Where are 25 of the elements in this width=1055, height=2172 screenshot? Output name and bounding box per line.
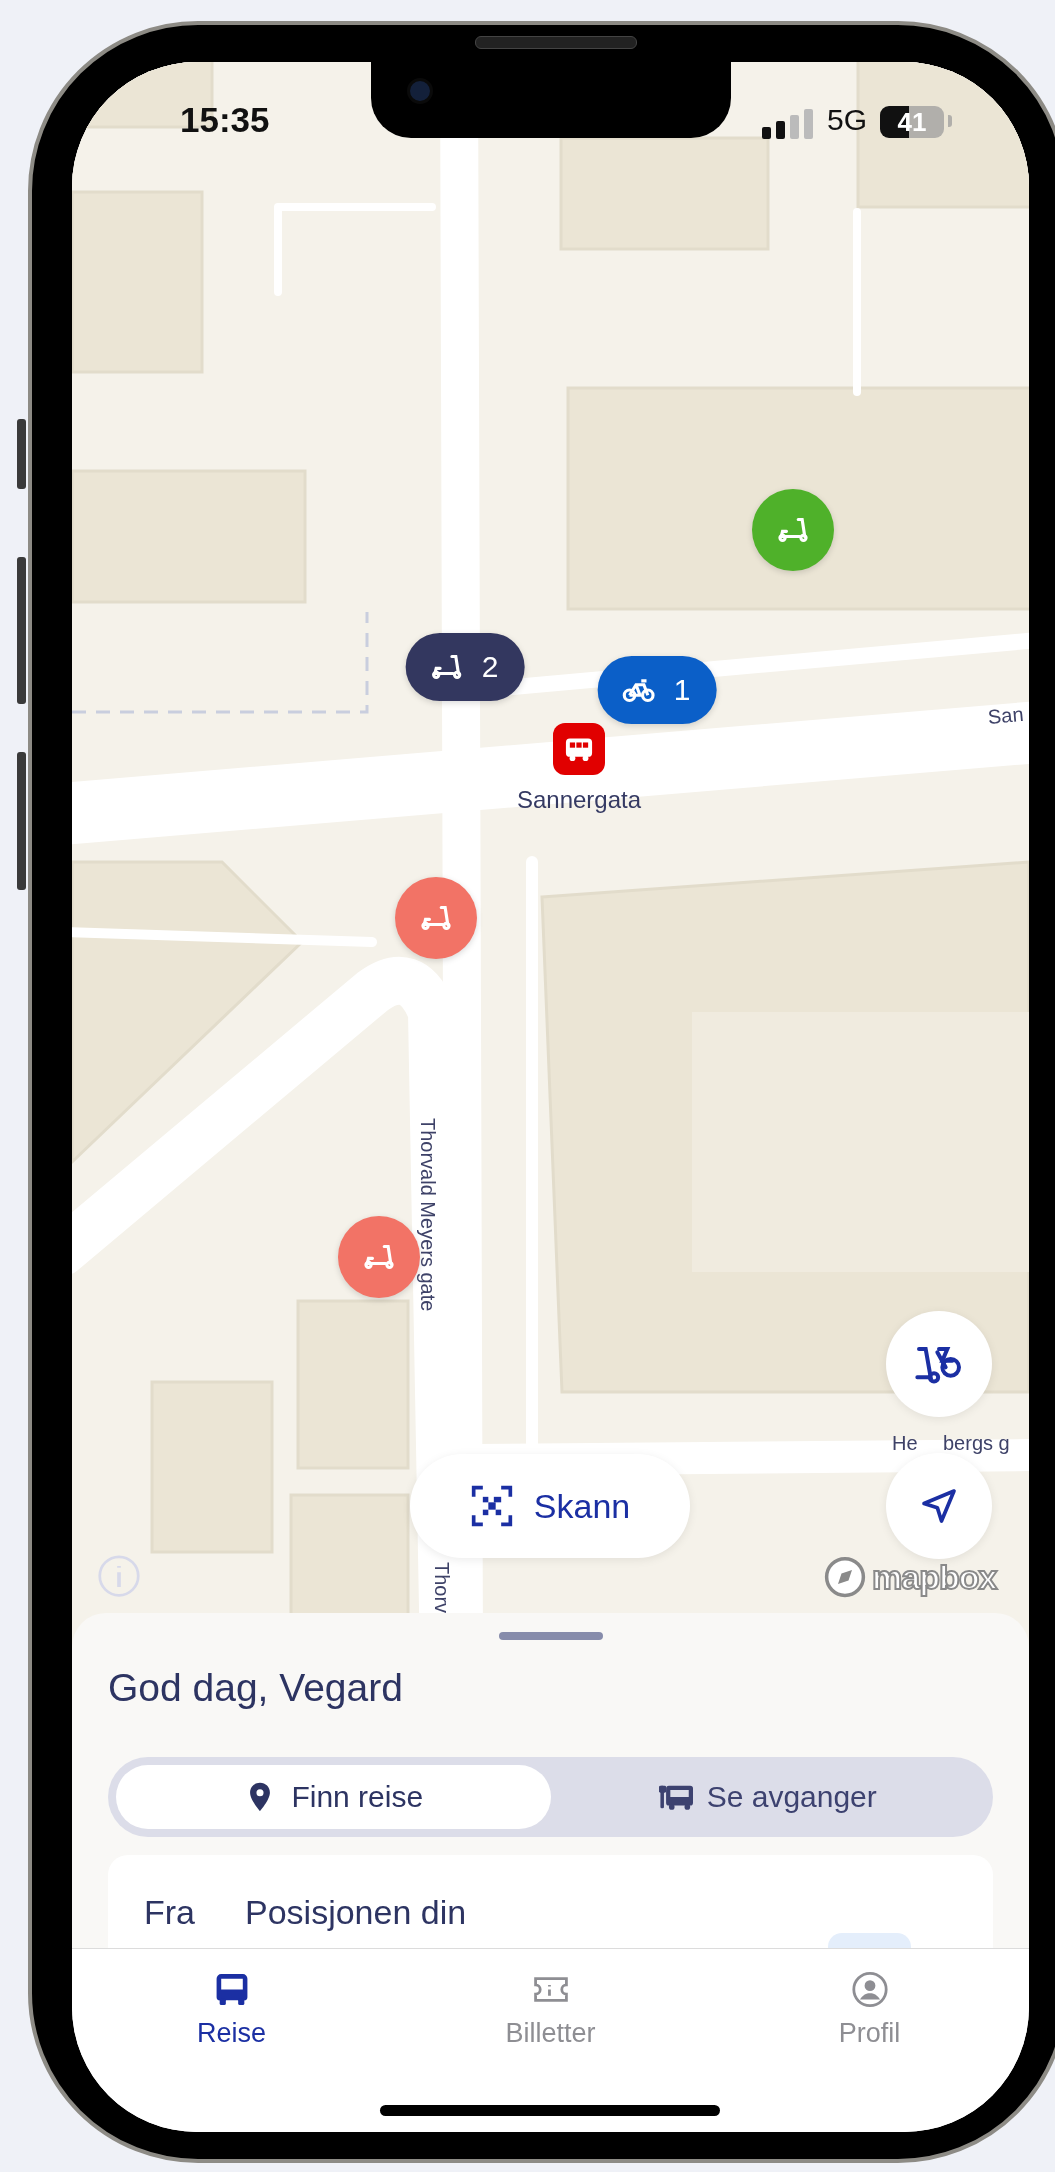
street-label: He	[892, 1432, 918, 1455]
street-label: Thorv	[430, 1562, 453, 1614]
mapbox-logo: mapbox	[872, 1557, 997, 1597]
bus-stop-marker[interactable]	[553, 723, 605, 775]
qr-scan-icon	[469, 1484, 514, 1528]
from-label: Fra	[144, 1893, 195, 1933]
street-label: bergs g	[943, 1432, 1010, 1455]
mode-tab[interactable]: Se avganger	[550, 1765, 985, 1829]
marker-count: 1	[673, 673, 691, 707]
navigation-arrow-icon	[919, 1486, 959, 1526]
signal-icon	[762, 109, 816, 139]
camera-icon	[407, 78, 433, 104]
status-time: 15:35	[180, 100, 270, 140]
drag-handle[interactable]	[498, 1632, 603, 1640]
tab-bar-item[interactable]: Reise	[72, 1949, 391, 2049]
street-label: San	[987, 702, 1025, 729]
stop-name: Sannergata	[516, 786, 642, 814]
mode-tab[interactable]: Finn reise	[116, 1765, 551, 1829]
marker-count: 2	[481, 650, 499, 684]
network-label: 5G	[827, 103, 868, 137]
scan-button[interactable]: Skann	[410, 1454, 690, 1558]
greeting-title: God dag, Vegard	[108, 1665, 404, 1711]
from-field[interactable]: Posisjonen din	[245, 1893, 467, 1948]
mapbox-logo-icon	[824, 1556, 866, 1598]
street-label: Thorvald Meyers gate	[416, 1118, 439, 1312]
